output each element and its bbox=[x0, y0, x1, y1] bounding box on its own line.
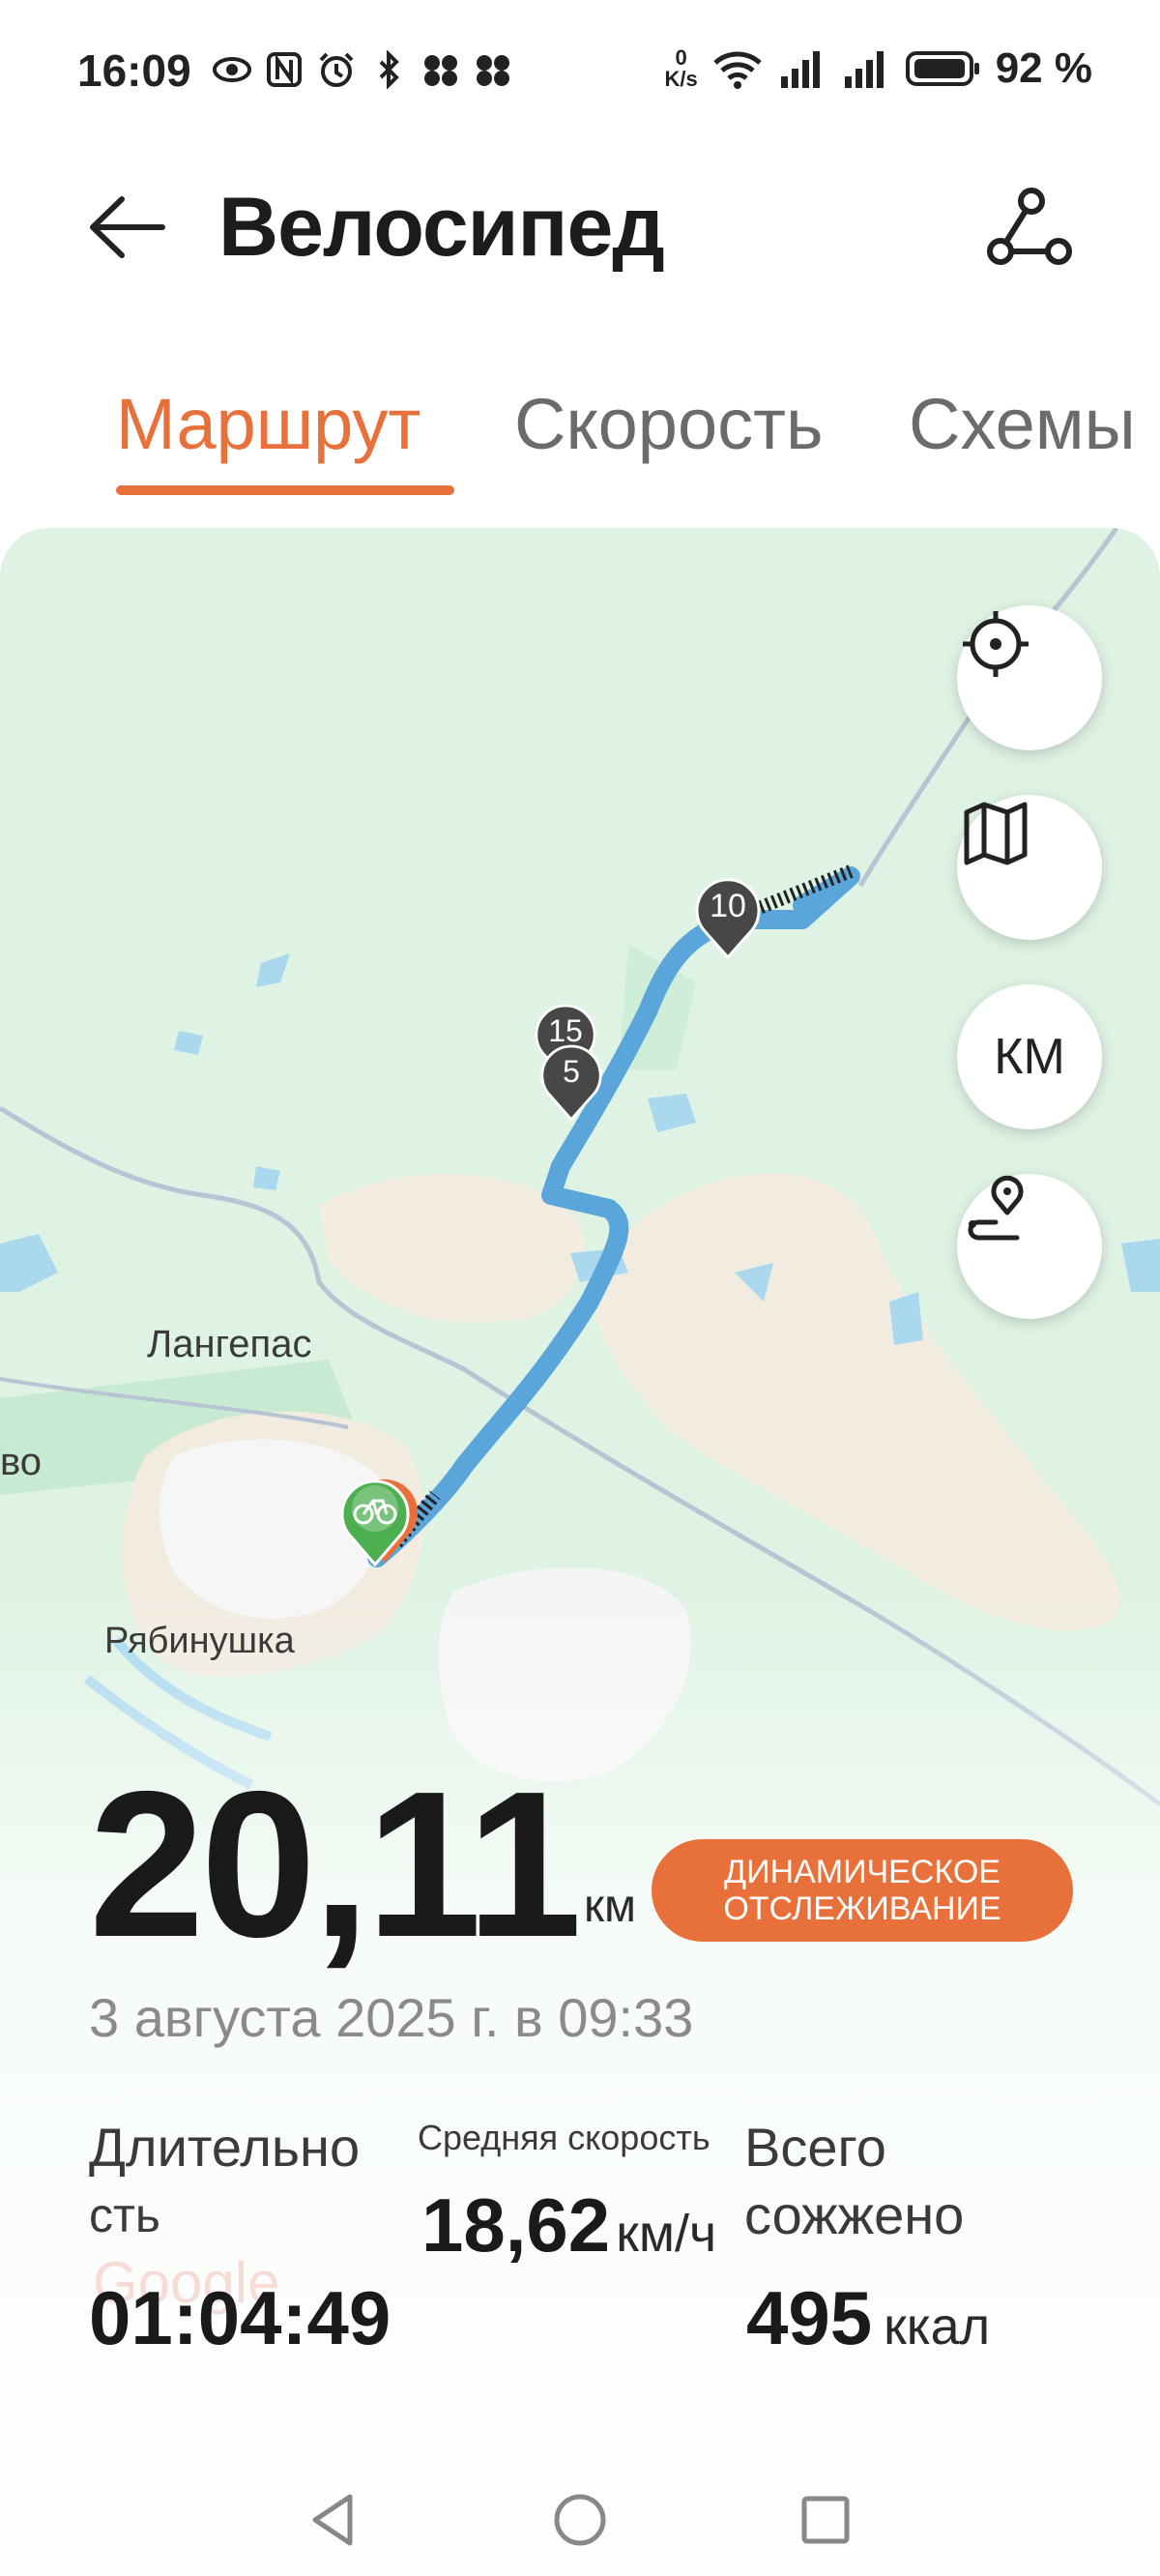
workout-date: 3 августа 2025 г. в 09:33 bbox=[89, 1987, 694, 2048]
stat-duration-label-1: Длительно bbox=[89, 2117, 361, 2178]
status-time: 16:09 bbox=[77, 45, 191, 96]
start-finish-marker[interactable] bbox=[327, 1456, 423, 1568]
tab-route[interactable]: Маршрут bbox=[116, 383, 420, 465]
route-replay-button[interactable] bbox=[957, 1174, 1102, 1319]
map-fade bbox=[0, 1592, 1160, 2576]
map-type-button[interactable] bbox=[957, 795, 1102, 940]
live-tracking-label: ДИНАМИЧЕСКОЕ ОТСЛЕЖИВАНИЕ bbox=[723, 1854, 1001, 1927]
stat-calories-label-1: Всего bbox=[744, 2117, 886, 2178]
km-marker[interactable]: 5 bbox=[539, 1040, 603, 1124]
nfc-icon bbox=[267, 52, 302, 87]
status-icons-left bbox=[211, 50, 514, 89]
locate-button[interactable] bbox=[957, 605, 1102, 750]
tab-schemes[interactable]: Схемы bbox=[909, 383, 1136, 465]
stat-calories-value: 495 bbox=[746, 2275, 873, 2360]
stat-duration: Длительно сть bbox=[89, 2114, 360, 2249]
net-speed: 0 K/s bbox=[664, 45, 698, 91]
nav-home-icon[interactable] bbox=[541, 2481, 619, 2559]
stat-avg-speed-label: Средняя скорость bbox=[418, 2118, 710, 2157]
stat-calories-label-2: сожжено bbox=[744, 2184, 965, 2245]
distance-value: 20,11 bbox=[89, 1747, 582, 1980]
map-lake bbox=[889, 1292, 923, 1345]
map-label-edge: во bbox=[0, 1441, 43, 1483]
stat-calories: Всего сожжено bbox=[744, 2114, 964, 2249]
stat-avg-speed-value: 18,62 bbox=[421, 2182, 611, 2268]
app-notification-icon-2 bbox=[477, 55, 509, 86]
tab-active-indicator bbox=[116, 485, 454, 495]
km-marker[interactable]: 10 bbox=[694, 874, 762, 961]
target-icon bbox=[963, 611, 1029, 677]
route-share-icon[interactable] bbox=[981, 184, 1078, 271]
signal-icon-2 bbox=[844, 51, 884, 88]
stat-calories-row: 495 ккал bbox=[746, 2274, 990, 2362]
nav-recents-icon[interactable] bbox=[787, 2481, 864, 2559]
battery-percent: 92 % bbox=[995, 44, 1092, 92]
distance-unit: км bbox=[584, 1881, 636, 1932]
live-tracking-button[interactable]: ДИНАМИЧЕСКОЕ ОТСЛЕЖИВАНИЕ bbox=[652, 1839, 1073, 1942]
stat-duration-label-2: сть bbox=[89, 2188, 160, 2242]
route-pin-icon bbox=[968, 1175, 1024, 1241]
map-label-village: Рябинушка bbox=[104, 1621, 295, 1661]
tab-speed[interactable]: Скорость bbox=[514, 383, 824, 465]
signal-icon bbox=[780, 51, 820, 88]
status-icons-right: 0 K/s 92 % bbox=[664, 44, 1092, 93]
map-label-city: Лангепас bbox=[147, 1323, 312, 1365]
stat-duration-value: 01:04:49 bbox=[89, 2275, 392, 2360]
alarm-icon bbox=[319, 52, 354, 87]
stat-avg-speed-unit: км/ч bbox=[616, 2205, 717, 2263]
km-toggle-label: КМ bbox=[994, 1029, 1065, 1085]
back-arrow-icon[interactable] bbox=[83, 184, 170, 271]
app-notification-icon bbox=[424, 55, 457, 86]
battery-icon bbox=[905, 51, 979, 86]
map-icon bbox=[964, 802, 1028, 865]
bicycle-pin-icon bbox=[340, 1478, 418, 1567]
bluetooth-icon bbox=[379, 50, 399, 89]
km-toggle-button[interactable]: КМ bbox=[957, 984, 1102, 1129]
nav-back-icon[interactable] bbox=[296, 2481, 373, 2559]
eye-icon bbox=[213, 57, 251, 82]
status-bar: 16:09 0 K/s 92 % bbox=[0, 0, 1160, 145]
page-title: Велосипед bbox=[218, 181, 665, 274]
stat-calories-unit: ккал bbox=[884, 2298, 991, 2356]
stat-avg-speed: 18,62 км/ч bbox=[421, 2181, 716, 2269]
wifi-icon bbox=[713, 51, 762, 89]
